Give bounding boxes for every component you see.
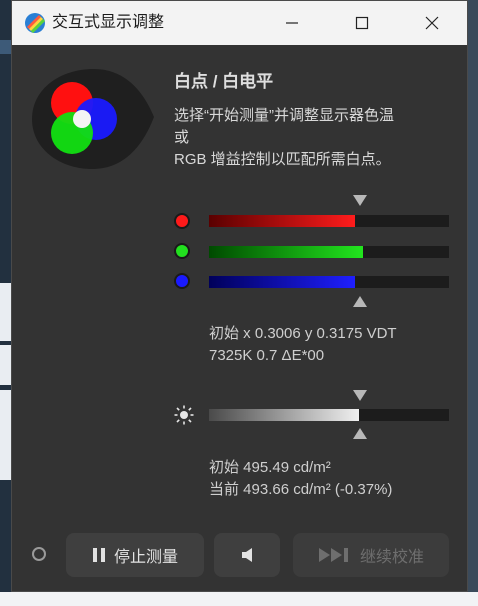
window-title: 交互式显示调整: [52, 14, 165, 31]
maximize-button[interactable]: [339, 1, 385, 45]
instruction-line: RGB 增益控制以匹配所需白点。: [174, 151, 391, 168]
minimize-button[interactable]: [269, 1, 315, 45]
brightness-current-readout: 当前 493.66 cd/m² (-0.37%): [209, 481, 393, 498]
brightness-initial-readout: 初始 495.49 cd/m²: [209, 459, 331, 476]
speaker-icon: [242, 548, 252, 562]
rgb-initial-readout: 初始 x 0.3006 y 0.3175 VDT: [209, 325, 397, 342]
section-heading: 白点 / 白电平: [174, 72, 274, 91]
red-gain-fill: [209, 215, 355, 227]
instruction-line: 选择“开始测量”并调整显示器色温: [174, 107, 394, 124]
instruction-line: 或: [174, 129, 190, 146]
rgb-calibration-logo-icon: [32, 69, 154, 169]
sound-toggle-button[interactable]: [214, 533, 280, 577]
brightness-target-marker-bottom: [353, 428, 367, 439]
brightness-bar: [209, 409, 449, 421]
title-bar: 交互式显示调整: [12, 1, 467, 45]
measurement-status-indicator: [32, 547, 46, 561]
minimize-icon: [286, 22, 298, 24]
rgb-target-marker-top: [353, 195, 367, 206]
continue-calibration-button[interactable]: 继续校准: [293, 533, 449, 577]
red-gain-bar: [209, 215, 449, 227]
background-app-bottom: [0, 592, 478, 606]
app-logo-icon: [25, 13, 46, 34]
rgb-target-marker-bottom: [353, 296, 367, 307]
blue-channel-dot: [174, 273, 190, 289]
display-adjust-window: 交互式显示调整 白点 / 白电平 选择“开始测量”并调整显示器色温 或 RGB …: [11, 0, 468, 592]
brightness-target-marker-top: [353, 390, 367, 401]
stop-measurement-button[interactable]: 停止测量: [66, 533, 204, 577]
blue-gain-fill: [209, 276, 355, 288]
rgb-result-readout: 7325K 0.7 ΔE*00: [209, 347, 325, 364]
red-channel-dot: [174, 213, 190, 229]
brightness-sun-icon: [174, 405, 194, 425]
stop-measurement-label: 停止测量: [113, 549, 178, 566]
instruction-text: 选择“开始测量”并调整显示器色温 或 RGB 增益控制以匹配所需白点。: [174, 105, 464, 171]
green-channel-dot: [174, 243, 190, 259]
brightness-fill: [209, 409, 359, 421]
skip-forward-icon: [318, 547, 352, 563]
pause-icon: [92, 547, 106, 563]
maximize-icon: [355, 16, 369, 30]
green-gain-fill: [209, 246, 363, 258]
close-icon: [425, 16, 439, 30]
green-gain-bar: [209, 246, 449, 258]
blue-gain-bar: [209, 276, 449, 288]
close-button[interactable]: [409, 1, 455, 45]
continue-calibration-label: 继续校准: [359, 549, 424, 566]
